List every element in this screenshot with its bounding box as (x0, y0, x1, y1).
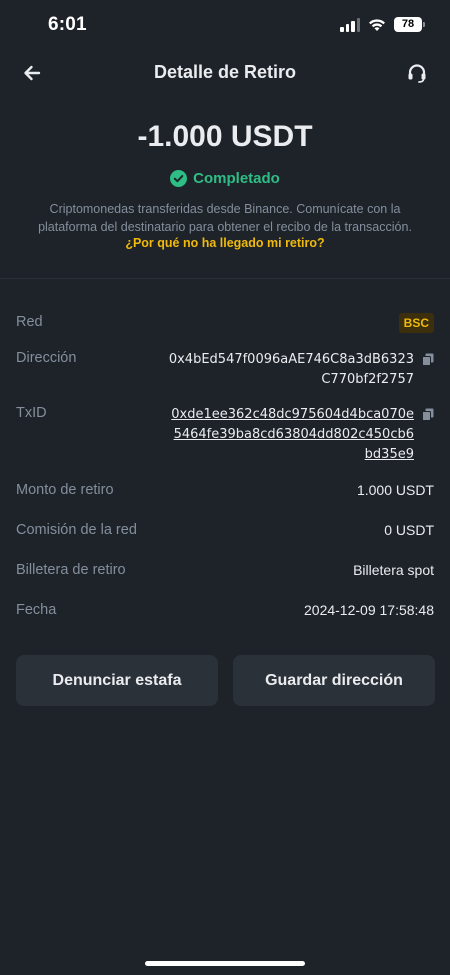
txid-line: 0xde1ee362c48dc975604d4bca070e (171, 407, 414, 422)
wallet-value: Billetera spot (353, 562, 434, 578)
network-badge: BSC (398, 313, 434, 333)
nav-bar: Detalle de Retiro (0, 50, 450, 96)
address-label: Dirección (16, 350, 77, 366)
status-bar: 6:01 78 (0, 0, 450, 50)
check-circle-icon (170, 170, 188, 187)
wallet-label: Billetera de retiro (16, 562, 126, 578)
status-indicator: Completado (0, 170, 450, 187)
battery-icon: 78 (394, 17, 425, 32)
headset-icon (408, 64, 426, 83)
copy-address-icon[interactable] (422, 353, 434, 366)
address-line: C770bf2f2757 (321, 372, 414, 387)
network-row: Red BSC (16, 313, 434, 334)
signal-icon (340, 17, 360, 32)
transfer-description: Criptomonedas transferidas desde Binance… (38, 202, 412, 234)
address-line: 0x4bEd547f0096aAE746C8a3dB6323 (168, 352, 414, 367)
txid-value-link[interactable]: 0xde1ee362c48dc975604d4bca070e 5464fe39b… (171, 405, 414, 465)
section-divider (0, 278, 450, 279)
copy-txid-icon[interactable] (422, 408, 434, 421)
fee-row: Comisión de la red 0 USDT (16, 522, 434, 542)
withdrawal-amount: -1.000 USDT (137, 120, 313, 153)
date-value: 2024-12-09 17:58:48 (304, 602, 434, 618)
report-scam-button[interactable]: Denunciar estafa (16, 655, 218, 706)
page-title: Detalle de Retiro (153, 62, 297, 82)
amount-value: 1.000 USDT (356, 482, 434, 498)
amount-label: Monto de retiro (16, 482, 114, 498)
fee-label: Comisión de la red (16, 522, 137, 538)
wifi-icon (369, 18, 385, 31)
txid-line: 5464fe39ba8cd63804dd802c450cb6 (173, 427, 414, 442)
date-row: Fecha 2024-12-09 17:58:48 (16, 602, 434, 622)
address-row: Dirección 0x4bEd547f0096aAE746C8a3dB6323… (16, 350, 434, 390)
txid-line: bd35e9 (364, 447, 414, 462)
network-value-wrap: BSC (398, 313, 434, 333)
why-not-arrived-link[interactable]: ¿Por qué no ha llegado mi retiro? (0, 236, 450, 250)
amount-row: Monto de retiro 1.000 USDT (16, 482, 434, 502)
status-icons: 78 (340, 17, 425, 32)
txid-label: TxID (16, 405, 47, 421)
wallet-row: Billetera de retiro Billetera spot (16, 562, 434, 582)
txid-row: TxID 0xde1ee362c48dc975604d4bca070e 5464… (16, 405, 434, 465)
address-value: 0x4bEd547f0096aAE746C8a3dB6323 C770bf2f2… (169, 350, 414, 390)
support-button[interactable] (404, 60, 430, 86)
home-indicator (145, 961, 305, 966)
fee-value: 0 USDT (384, 522, 434, 538)
status-text: Completado (193, 170, 280, 187)
status-time: 6:01 (48, 14, 87, 35)
date-label: Fecha (16, 602, 57, 618)
network-label: Red (16, 314, 43, 330)
save-address-button[interactable]: Guardar dirección (233, 655, 435, 706)
